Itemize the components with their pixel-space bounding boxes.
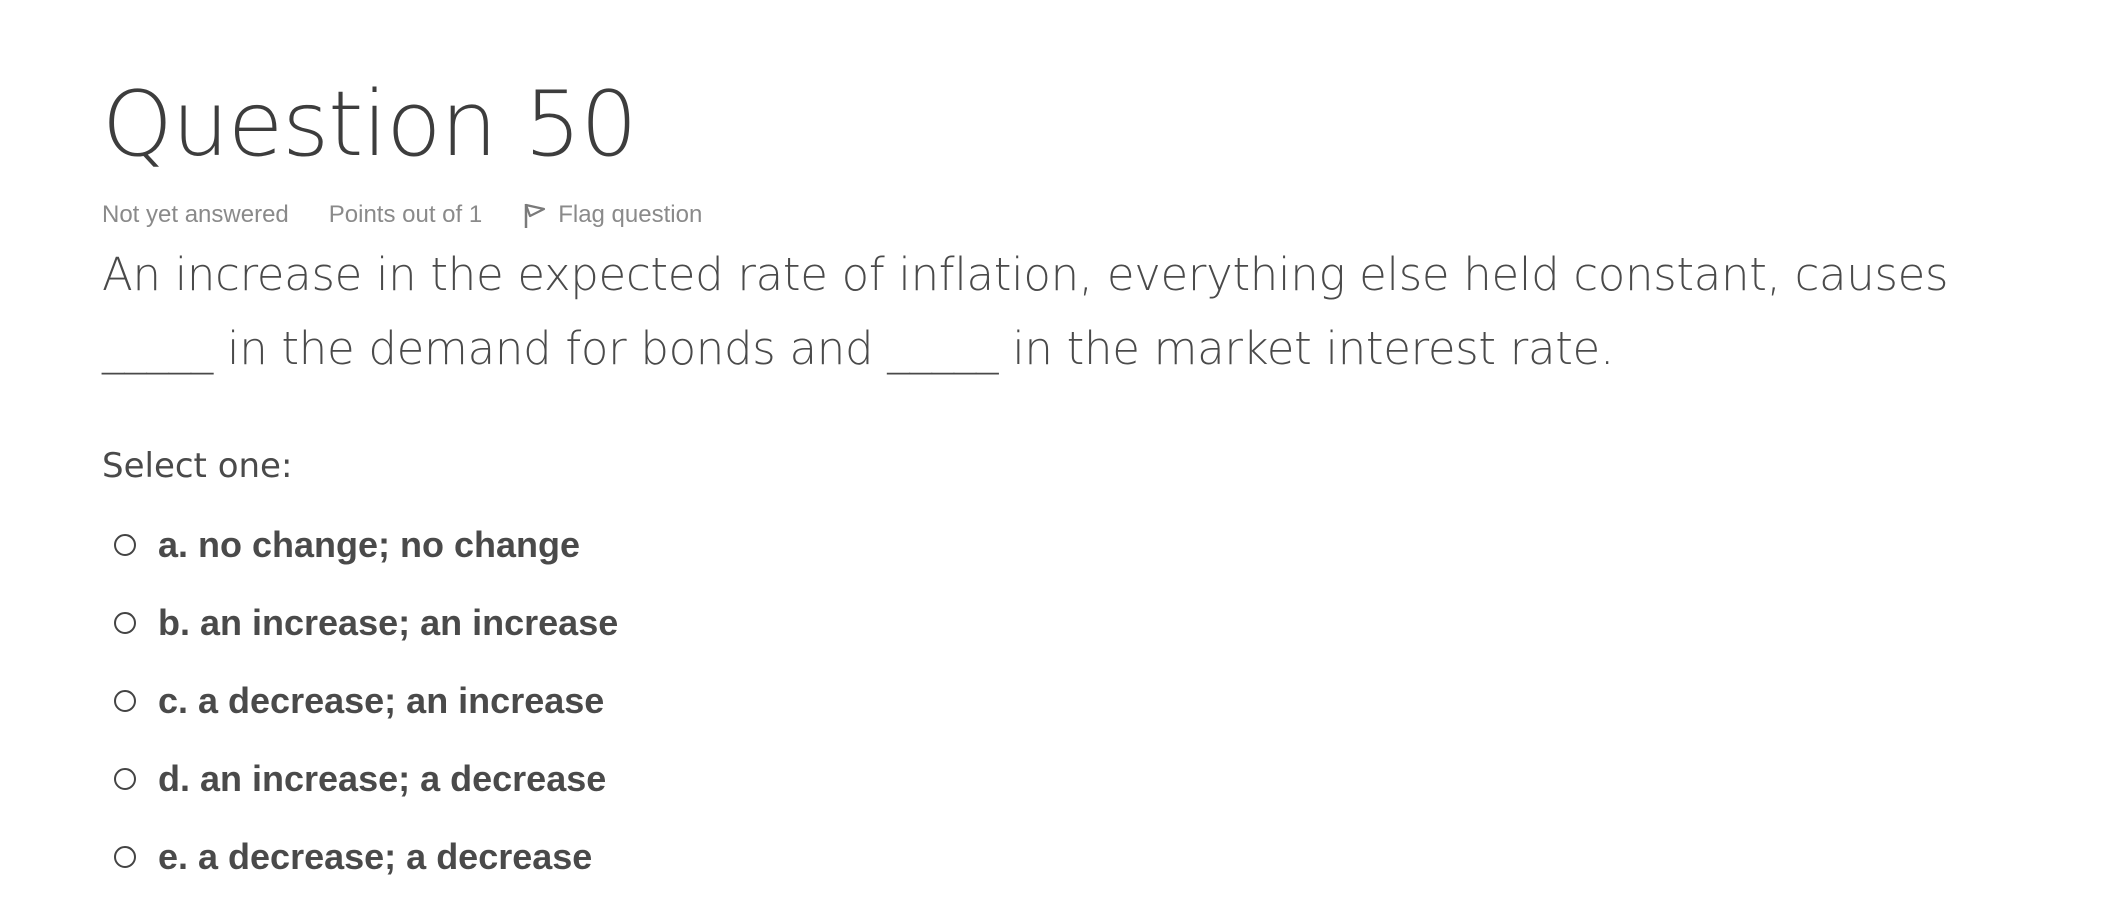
answer-label-e[interactable]: e. a decrease; a decrease xyxy=(158,836,592,878)
answer-option-e[interactable]: e. a decrease; a decrease xyxy=(102,818,2062,896)
question-info: Not yet answered Points out of 1 Flag qu… xyxy=(102,200,2062,230)
answer-option-a[interactable]: a. no change; no change xyxy=(102,506,2062,584)
answer-label-d[interactable]: d. an increase; a decrease xyxy=(158,758,606,800)
question-state: Not yet answered xyxy=(102,201,289,228)
answer-option-c[interactable]: c. a decrease; an increase xyxy=(102,662,2062,740)
question-title: Question 50 xyxy=(102,72,638,177)
answer-list: a. no change; no change b. an increase; … xyxy=(102,506,2062,896)
answer-option-d[interactable]: d. an increase; a decrease xyxy=(102,740,2062,818)
radio-button-b[interactable] xyxy=(114,612,136,634)
answer-label-a[interactable]: a. no change; no change xyxy=(158,524,580,566)
flag-question-label: Flag question xyxy=(558,201,703,228)
question-container: Question 50 Not yet answered Points out … xyxy=(102,70,2062,896)
question-text: An increase in the expected rate of infl… xyxy=(102,248,1949,375)
answer-label-c[interactable]: c. a decrease; an increase xyxy=(158,680,604,722)
flag-question-link[interactable]: Flag question xyxy=(522,194,702,237)
select-prompt: Select one: xyxy=(102,446,293,486)
answer-option-b[interactable]: b. an increase; an increase xyxy=(102,584,2062,662)
answer-label-b[interactable]: b. an increase; an increase xyxy=(158,602,618,644)
radio-button-c[interactable] xyxy=(114,690,136,712)
radio-button-e[interactable] xyxy=(114,846,136,868)
radio-button-a[interactable] xyxy=(114,534,136,556)
flag-icon xyxy=(522,194,558,237)
radio-button-d[interactable] xyxy=(114,768,136,790)
question-grade: Points out of 1 xyxy=(328,201,483,228)
